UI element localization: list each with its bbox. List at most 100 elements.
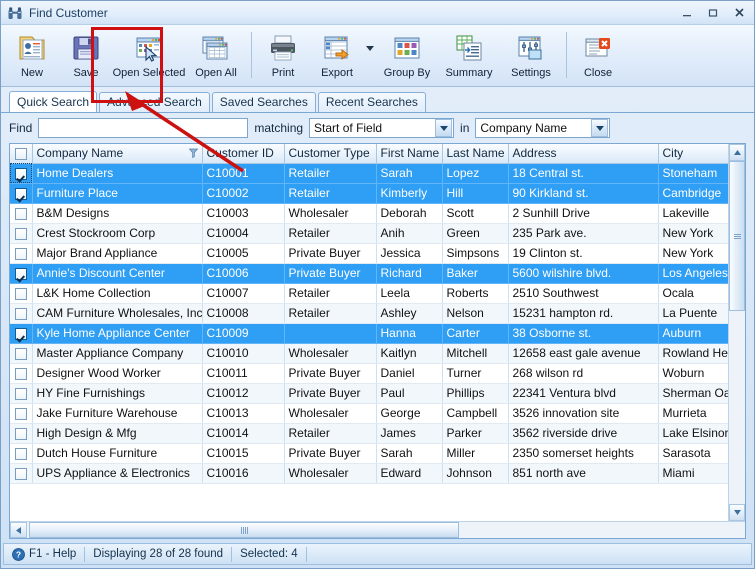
table-row[interactable]: B&M DesignsC10003WholesalerDeborahScott2… bbox=[10, 203, 728, 223]
cell-last-name: Carter bbox=[442, 323, 508, 343]
minimize-icon[interactable] bbox=[674, 4, 700, 22]
table-row[interactable]: Annie's Discount CenterC10006Private Buy… bbox=[10, 263, 728, 283]
column-header-customer-type[interactable]: Customer Type bbox=[284, 144, 376, 163]
close-icon[interactable] bbox=[726, 4, 752, 22]
summary-button[interactable]: Summary bbox=[438, 28, 500, 84]
group-by-button[interactable]: Group By bbox=[376, 28, 438, 84]
row-select-cell[interactable] bbox=[10, 223, 32, 243]
row-select-cell[interactable] bbox=[10, 383, 32, 403]
title-bar: Find Customer bbox=[1, 1, 754, 25]
row-checkbox[interactable] bbox=[15, 348, 27, 360]
row-select-cell[interactable] bbox=[10, 303, 32, 323]
table-row[interactable]: Major Brand ApplianceC10005Private Buyer… bbox=[10, 243, 728, 263]
table-row[interactable]: Crest Stockroom CorpC10004RetailerAnihGr… bbox=[10, 223, 728, 243]
select-all-header[interactable] bbox=[10, 144, 32, 163]
maximize-icon[interactable] bbox=[700, 4, 726, 22]
row-checkbox[interactable] bbox=[15, 368, 27, 380]
search-input[interactable] bbox=[38, 118, 248, 138]
column-header-address[interactable]: Address bbox=[508, 144, 658, 163]
tab-quick-search[interactable]: Quick Search bbox=[9, 91, 97, 112]
search-field-select[interactable]: Company Name bbox=[475, 118, 610, 138]
table-row[interactable]: Master Appliance CompanyC10010Wholesaler… bbox=[10, 343, 728, 363]
table-row[interactable]: L&K Home CollectionC10007RetailerLeelaRo… bbox=[10, 283, 728, 303]
scroll-up-button[interactable] bbox=[729, 144, 745, 161]
table-row[interactable]: High Design & MfgC10014RetailerJamesPark… bbox=[10, 423, 728, 443]
row-checkbox[interactable] bbox=[15, 408, 27, 420]
new-button[interactable]: New bbox=[5, 28, 59, 84]
row-checkbox[interactable] bbox=[15, 388, 27, 400]
close-button[interactable]: Close bbox=[571, 28, 625, 84]
row-select-cell[interactable] bbox=[10, 443, 32, 463]
row-checkbox[interactable] bbox=[15, 308, 27, 320]
row-checkbox[interactable] bbox=[15, 168, 27, 180]
filter-icon[interactable] bbox=[189, 147, 198, 161]
table-row[interactable]: Home DealersC10001RetailerSarahLopez18 C… bbox=[10, 163, 728, 183]
print-button-label: Print bbox=[272, 67, 295, 79]
table-row[interactable]: Kyle Home Appliance CenterC10009HannaCar… bbox=[10, 323, 728, 343]
row-checkbox[interactable] bbox=[15, 248, 27, 260]
open-all-button[interactable]: Open All bbox=[185, 28, 247, 84]
scroll-down-button[interactable] bbox=[729, 504, 745, 521]
row-checkbox[interactable] bbox=[15, 468, 27, 480]
export-dropdown-arrow[interactable] bbox=[364, 28, 376, 84]
cell-last-name: Green bbox=[442, 223, 508, 243]
row-select-cell[interactable] bbox=[10, 203, 32, 223]
status-help[interactable]: ? F1 - Help bbox=[4, 544, 84, 564]
chevron-down-icon[interactable] bbox=[435, 119, 452, 137]
vertical-scrollbar[interactable] bbox=[728, 144, 745, 521]
row-checkbox[interactable] bbox=[15, 188, 27, 200]
horizontal-scroll-track[interactable] bbox=[27, 522, 728, 538]
table-row[interactable]: Jake Furniture WarehouseC10013Wholesaler… bbox=[10, 403, 728, 423]
table-row[interactable]: CAM Furniture Wholesales, Inc.C10008Reta… bbox=[10, 303, 728, 323]
column-header-last-name[interactable]: Last Name bbox=[442, 144, 508, 163]
row-select-cell[interactable] bbox=[10, 403, 32, 423]
row-checkbox[interactable] bbox=[15, 288, 27, 300]
row-checkbox[interactable] bbox=[15, 328, 27, 340]
tab-saved-searches[interactable]: Saved Searches bbox=[212, 92, 316, 112]
row-checkbox[interactable] bbox=[15, 228, 27, 240]
table-row[interactable]: HY Fine FurnishingsC10012Private BuyerPa… bbox=[10, 383, 728, 403]
row-checkbox[interactable] bbox=[15, 268, 27, 280]
matching-mode-select[interactable]: Start of Field bbox=[309, 118, 454, 138]
horizontal-scroll-thumb[interactable] bbox=[29, 522, 459, 538]
row-select-cell[interactable] bbox=[10, 363, 32, 383]
print-button[interactable]: Print bbox=[256, 28, 310, 84]
select-all-checkbox[interactable] bbox=[15, 148, 27, 160]
open-selected-button[interactable]: Open Selected bbox=[113, 28, 185, 84]
row-checkbox[interactable] bbox=[15, 208, 27, 220]
cell-customer-id: C10003 bbox=[202, 203, 284, 223]
row-checkbox[interactable] bbox=[15, 448, 27, 460]
row-select-cell[interactable] bbox=[10, 343, 32, 363]
row-select-cell[interactable] bbox=[10, 423, 32, 443]
settings-button[interactable]: Settings bbox=[500, 28, 562, 84]
column-header-customer-id[interactable]: Customer ID bbox=[202, 144, 284, 163]
row-select-cell[interactable] bbox=[10, 323, 32, 343]
row-checkbox[interactable] bbox=[15, 428, 27, 440]
row-select-cell[interactable] bbox=[10, 463, 32, 483]
vertical-scroll-track[interactable] bbox=[729, 161, 745, 504]
chevron-down-icon[interactable] bbox=[591, 119, 608, 137]
table-row[interactable]: Furniture PlaceC10002RetailerKimberlyHil… bbox=[10, 183, 728, 203]
column-header-city[interactable]: City bbox=[658, 144, 728, 163]
cell-first-name: Kimberly bbox=[376, 183, 442, 203]
row-select-cell[interactable] bbox=[10, 183, 32, 203]
export-button[interactable]: Export bbox=[310, 28, 364, 84]
horizontal-scrollbar[interactable] bbox=[10, 521, 745, 538]
save-button[interactable]: Save bbox=[59, 28, 113, 84]
tab-recent-searches[interactable]: Recent Searches bbox=[318, 92, 426, 112]
row-select-cell[interactable] bbox=[10, 263, 32, 283]
row-select-cell[interactable] bbox=[10, 163, 32, 183]
column-header-company-name[interactable]: Company Name bbox=[32, 144, 202, 163]
floppy-save-icon bbox=[71, 31, 101, 65]
tab-advanced-search[interactable]: Advanced Search bbox=[99, 92, 210, 112]
row-select-cell[interactable] bbox=[10, 283, 32, 303]
vertical-scroll-thumb[interactable] bbox=[729, 161, 745, 311]
column-header-first-name[interactable]: First Name bbox=[376, 144, 442, 163]
table-row[interactable]: Designer Wood WorkerC10011Private BuyerD… bbox=[10, 363, 728, 383]
scroll-left-button[interactable] bbox=[10, 522, 27, 538]
find-row: Find matching Start of Field in Company … bbox=[1, 113, 754, 143]
row-select-cell[interactable] bbox=[10, 243, 32, 263]
table-row[interactable]: Dutch House FurnitureC10015Private Buyer… bbox=[10, 443, 728, 463]
table-row[interactable]: UPS Appliance & ElectronicsC10016Wholesa… bbox=[10, 463, 728, 483]
table-body: Home DealersC10001RetailerSarahLopez18 C… bbox=[10, 163, 728, 483]
